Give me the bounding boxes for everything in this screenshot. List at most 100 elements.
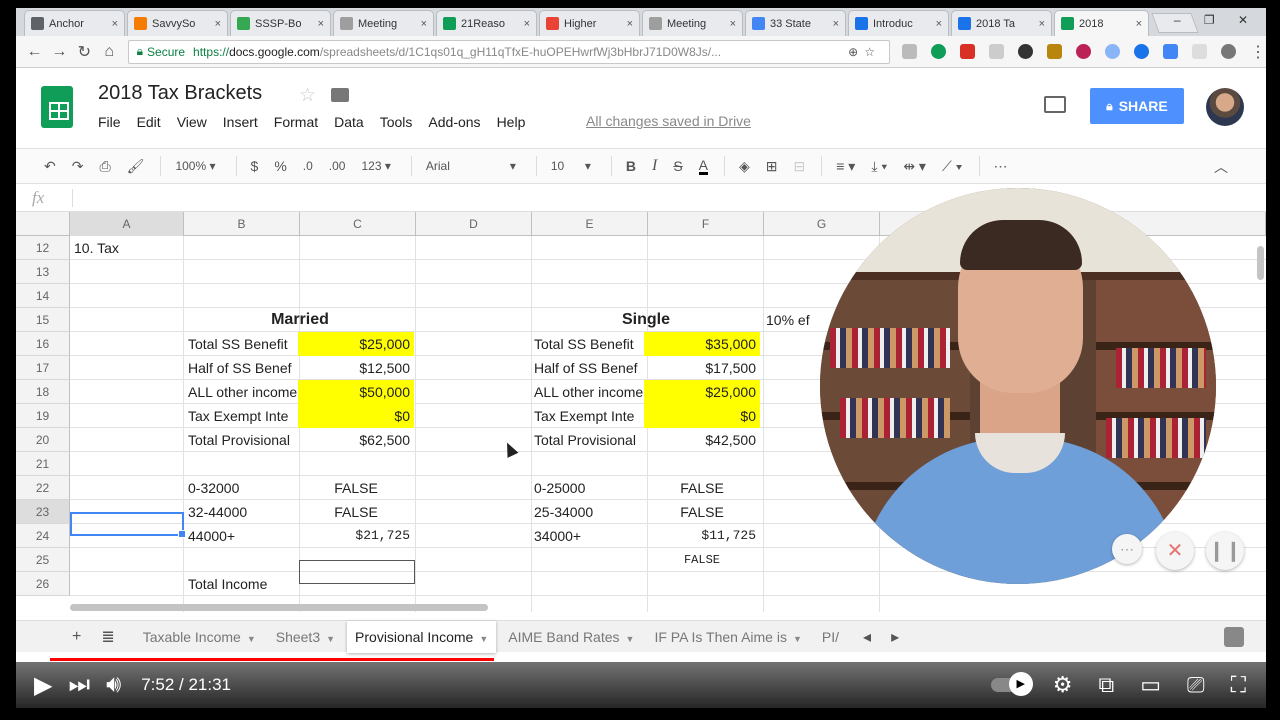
close-tab-icon[interactable]: × <box>421 18 427 30</box>
cell-e17[interactable]: Half of SS Benef <box>530 356 644 380</box>
close-tab-icon[interactable]: × <box>627 18 633 30</box>
align-left-icon[interactable]: ≡ ▾ <box>836 158 855 175</box>
chevron-up-icon[interactable]: ︿ <box>1214 157 1228 177</box>
close-tab-icon[interactable]: × <box>1039 18 1045 30</box>
share-button[interactable]: 🔒︎ SHARE <box>1090 88 1184 124</box>
sheet-tab[interactable]: Taxable Income ▼ <box>135 621 264 653</box>
row-header-20[interactable]: 20 <box>16 428 70 452</box>
browser-tab[interactable]: 2018 Ta × <box>951 10 1052 36</box>
strikethrough-button[interactable]: S <box>673 158 682 174</box>
cell-f24[interactable]: $11,725 <box>644 524 760 548</box>
chevron-down-icon[interactable]: ▼ <box>247 634 256 644</box>
extension-icon[interactable] <box>960 44 975 59</box>
back-arrow-icon[interactable]: ← <box>22 43 47 61</box>
close-icon[interactable]: ✕ <box>1156 532 1194 570</box>
menu-edit[interactable]: Edit <box>137 114 161 130</box>
extension-icon[interactable] <box>902 44 917 59</box>
row-header-16[interactable]: 16 <box>16 332 70 356</box>
cell-b22[interactable]: 0-32000 <box>184 476 298 500</box>
selected-cell-a23[interactable] <box>70 512 186 538</box>
sheet-tab[interactable]: IF PA Is Then Aime is ▼ <box>646 621 809 653</box>
text-wrap-icon[interactable]: ⇹ ▾ <box>903 158 926 175</box>
extension-icon[interactable] <box>1221 44 1236 59</box>
browser-tab[interactable]: Meeting × <box>333 10 434 36</box>
extension-icon[interactable] <box>989 44 1004 59</box>
fullscreen-icon[interactable]: ⛶ <box>1231 672 1246 698</box>
close-tab-icon[interactable]: × <box>112 18 118 30</box>
cell-married-header[interactable]: Married <box>184 308 416 332</box>
percent-format-button[interactable]: % <box>274 158 286 174</box>
extension-icon[interactable] <box>1105 44 1120 59</box>
close-tab-icon[interactable]: × <box>1136 18 1142 30</box>
row-header-22[interactable]: 22 <box>16 476 70 500</box>
redo-icon[interactable]: ↷ <box>72 158 84 175</box>
sheets-logo-icon[interactable] <box>41 86 73 128</box>
vertical-scrollbar[interactable] <box>1257 246 1264 280</box>
row-header-12[interactable]: 12 <box>16 236 70 260</box>
explore-icon[interactable] <box>1224 627 1244 647</box>
row-header-13[interactable]: 13 <box>16 260 70 284</box>
text-rotation-icon[interactable]: ⟋ ▾ <box>942 158 963 175</box>
autoplay-toggle[interactable] <box>990 672 1033 696</box>
cell-c20[interactable]: $62,500 <box>298 428 414 452</box>
browser-tab[interactable]: SSSP-Bo × <box>230 10 331 36</box>
document-title[interactable]: 2018 Tax Brackets <box>98 82 262 105</box>
cell-f25[interactable]: FALSE <box>644 548 760 572</box>
row-header-14[interactable]: 14 <box>16 284 70 308</box>
close-tab-icon[interactable]: × <box>936 18 942 30</box>
select-all-corner[interactable] <box>16 212 70 236</box>
menu-addons[interactable]: Add-ons <box>428 114 480 130</box>
undo-icon[interactable]: ↶ <box>44 158 56 175</box>
next-icon[interactable]: ⏭︎ <box>68 671 90 699</box>
extension-icon[interactable] <box>1047 44 1062 59</box>
font-select[interactable]: Arial ▾ <box>426 159 516 173</box>
column-header-b[interactable]: B <box>184 212 300 236</box>
browser-tab[interactable]: Higher × <box>539 10 640 36</box>
all-sheets-icon[interactable]: ≣ <box>101 627 114 647</box>
browser-tab[interactable]: SavvySo × <box>127 10 228 36</box>
scroll-right-icon[interactable]: ▸ <box>891 627 899 647</box>
cell-c16[interactable]: $25,000 <box>298 332 414 356</box>
reload-icon[interactable]: ↻ <box>72 42 97 62</box>
cell-f17[interactable]: $17,500 <box>644 356 760 380</box>
cell-e16[interactable]: Total SS Benefit <box>530 332 644 356</box>
star-icon[interactable]: ☆ <box>299 84 316 107</box>
forward-arrow-icon[interactable]: → <box>47 43 72 61</box>
cell-e24[interactable]: 34000+ <box>530 524 644 548</box>
cell-single-header[interactable]: Single <box>530 308 762 332</box>
address-bar[interactable]: 🔒︎ Secure https:// docs.google.com /spre… <box>127 39 890 64</box>
cell-e20[interactable]: Total Provisional <box>530 428 644 452</box>
more-options-icon[interactable]: ⋯ <box>1112 534 1142 564</box>
close-tab-icon[interactable]: × <box>524 18 530 30</box>
column-header-c[interactable]: C <box>300 212 416 236</box>
cell-c17[interactable]: $12,500 <box>298 356 414 380</box>
cell-c18[interactable]: $50,000 <box>298 380 414 404</box>
cell-e22[interactable]: 0-25000 <box>530 476 644 500</box>
currency-format-button[interactable]: $ <box>251 158 259 174</box>
chevron-down-icon[interactable]: ▼ <box>326 634 335 644</box>
column-header-d[interactable]: D <box>416 212 532 236</box>
folder-icon[interactable] <box>331 88 349 102</box>
cell-b17[interactable]: Half of SS Benef <box>184 356 298 380</box>
formula-input[interactable] <box>72 188 73 207</box>
horizontal-scrollbar[interactable] <box>70 604 488 611</box>
chevron-down-icon[interactable]: ▼ <box>793 634 802 644</box>
browser-tab[interactable]: 33 State × <box>745 10 846 36</box>
menu-view[interactable]: View <box>177 114 207 130</box>
borders-icon[interactable]: ⊞ <box>766 158 778 175</box>
cell-b20[interactable]: Total Provisional <box>184 428 298 452</box>
more-formats-select[interactable]: 123 ▾ <box>361 159 390 173</box>
font-size-select[interactable]: 10 ▾ <box>551 159 591 173</box>
row-header-25[interactable]: 25 <box>16 548 70 572</box>
settings-gear-icon[interactable]: ⚙ <box>1053 672 1073 698</box>
cell-e18[interactable]: ALL other income <box>530 380 644 404</box>
browser-tab[interactable]: 2018 × <box>1054 10 1149 36</box>
extension-icon[interactable] <box>1134 44 1149 59</box>
bold-button[interactable]: B <box>626 158 636 174</box>
print-icon[interactable]: ⎙ <box>99 158 110 175</box>
chevron-down-icon[interactable]: ▼ <box>479 634 488 644</box>
cell-b16[interactable]: Total SS Benefit <box>184 332 298 356</box>
close-tab-icon[interactable]: × <box>833 18 839 30</box>
cell-b18[interactable]: ALL other income <box>184 380 298 404</box>
pause-icon[interactable]: ❙❙ <box>1206 532 1244 570</box>
